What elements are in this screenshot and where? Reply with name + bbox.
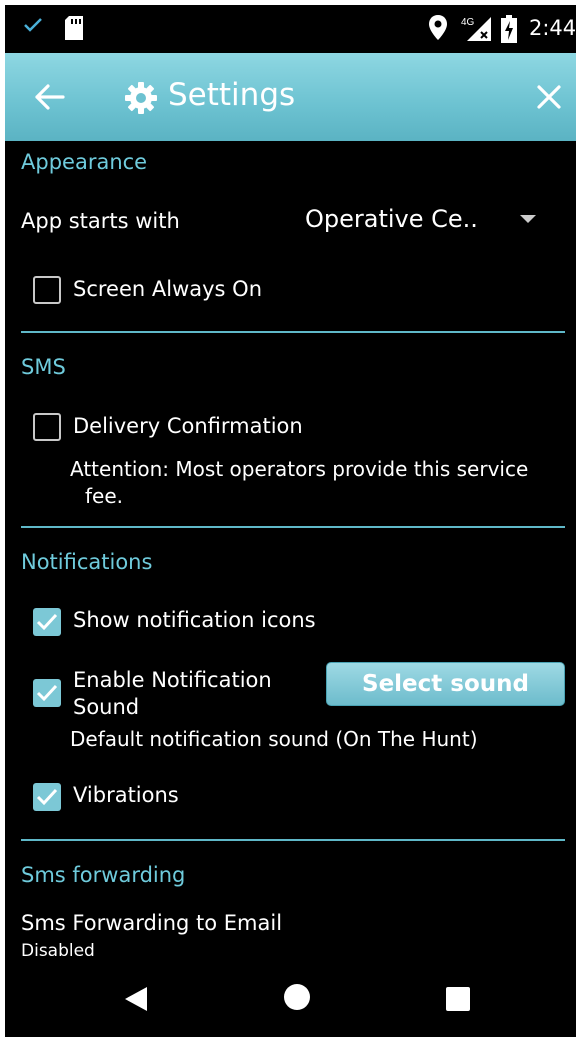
- show-notification-icons-label[interactable]: Show notification icons: [73, 608, 316, 632]
- section-header-notifications: Notifications: [21, 550, 153, 574]
- phone-screen: 4G 2:44 Settings Appearance App starts w…: [5, 5, 576, 1037]
- dropdown-selected-value: Operative Ce..: [305, 205, 478, 233]
- nav-home-icon[interactable]: [283, 983, 311, 1015]
- check-icon: [23, 17, 43, 37]
- enable-notification-sound-label-line1[interactable]: Enable Notification: [73, 668, 272, 692]
- delivery-confirmation-checkbox[interactable]: [33, 413, 61, 441]
- app-bar: Settings: [5, 53, 576, 141]
- delivery-note-line2: fee.: [85, 484, 124, 508]
- signal-icon: 4G: [461, 15, 493, 47]
- app-starts-with-dropdown[interactable]: Operative Ce..: [305, 201, 545, 241]
- location-icon: [428, 14, 448, 45]
- back-arrow-icon[interactable]: [33, 81, 69, 113]
- divider: [21, 839, 565, 841]
- sound-note: Default notification sound (On The Hunt): [70, 727, 478, 751]
- delivery-note-line1: Attention: Most operators provide this s…: [70, 457, 529, 481]
- divider: [21, 526, 565, 528]
- close-icon[interactable]: [535, 83, 563, 111]
- sd-card-icon: [63, 15, 85, 45]
- section-header-sms-forwarding: Sms forwarding: [21, 863, 186, 887]
- gear-icon: [123, 80, 159, 120]
- svg-text:4G: 4G: [461, 17, 475, 28]
- settings-list: Appearance App starts with Operative Ce.…: [5, 141, 576, 961]
- page-title: Settings: [168, 77, 296, 113]
- nav-back-icon[interactable]: [123, 985, 149, 1017]
- screen-always-on-label[interactable]: Screen Always On: [73, 277, 262, 301]
- sms-forwarding-to-email-label[interactable]: Sms Forwarding to Email: [21, 911, 282, 935]
- divider: [21, 331, 565, 333]
- nav-recents-icon[interactable]: [445, 986, 471, 1016]
- show-notification-icons-checkbox[interactable]: [33, 608, 61, 636]
- dropdown-arrow-icon: [520, 215, 536, 223]
- status-time: 2:44: [529, 16, 576, 40]
- app-starts-with-label: App starts with: [21, 209, 180, 233]
- vibrations-label[interactable]: Vibrations: [73, 783, 179, 807]
- section-header-sms: SMS: [21, 355, 66, 379]
- sms-forwarding-status: Disabled: [21, 941, 95, 961]
- enable-notification-sound-label-line2[interactable]: Sound: [73, 695, 139, 719]
- navigation-bar: [5, 961, 576, 1037]
- screen-always-on-checkbox[interactable]: [33, 276, 61, 304]
- select-sound-button[interactable]: Select sound: [326, 662, 565, 706]
- enable-notification-sound-checkbox[interactable]: [33, 679, 61, 707]
- battery-charging-icon: [501, 15, 517, 47]
- section-header-appearance: Appearance: [21, 150, 148, 174]
- status-bar: 4G 2:44: [5, 5, 576, 53]
- delivery-confirmation-label[interactable]: Delivery Confirmation: [73, 414, 303, 438]
- vibrations-checkbox[interactable]: [33, 783, 61, 811]
